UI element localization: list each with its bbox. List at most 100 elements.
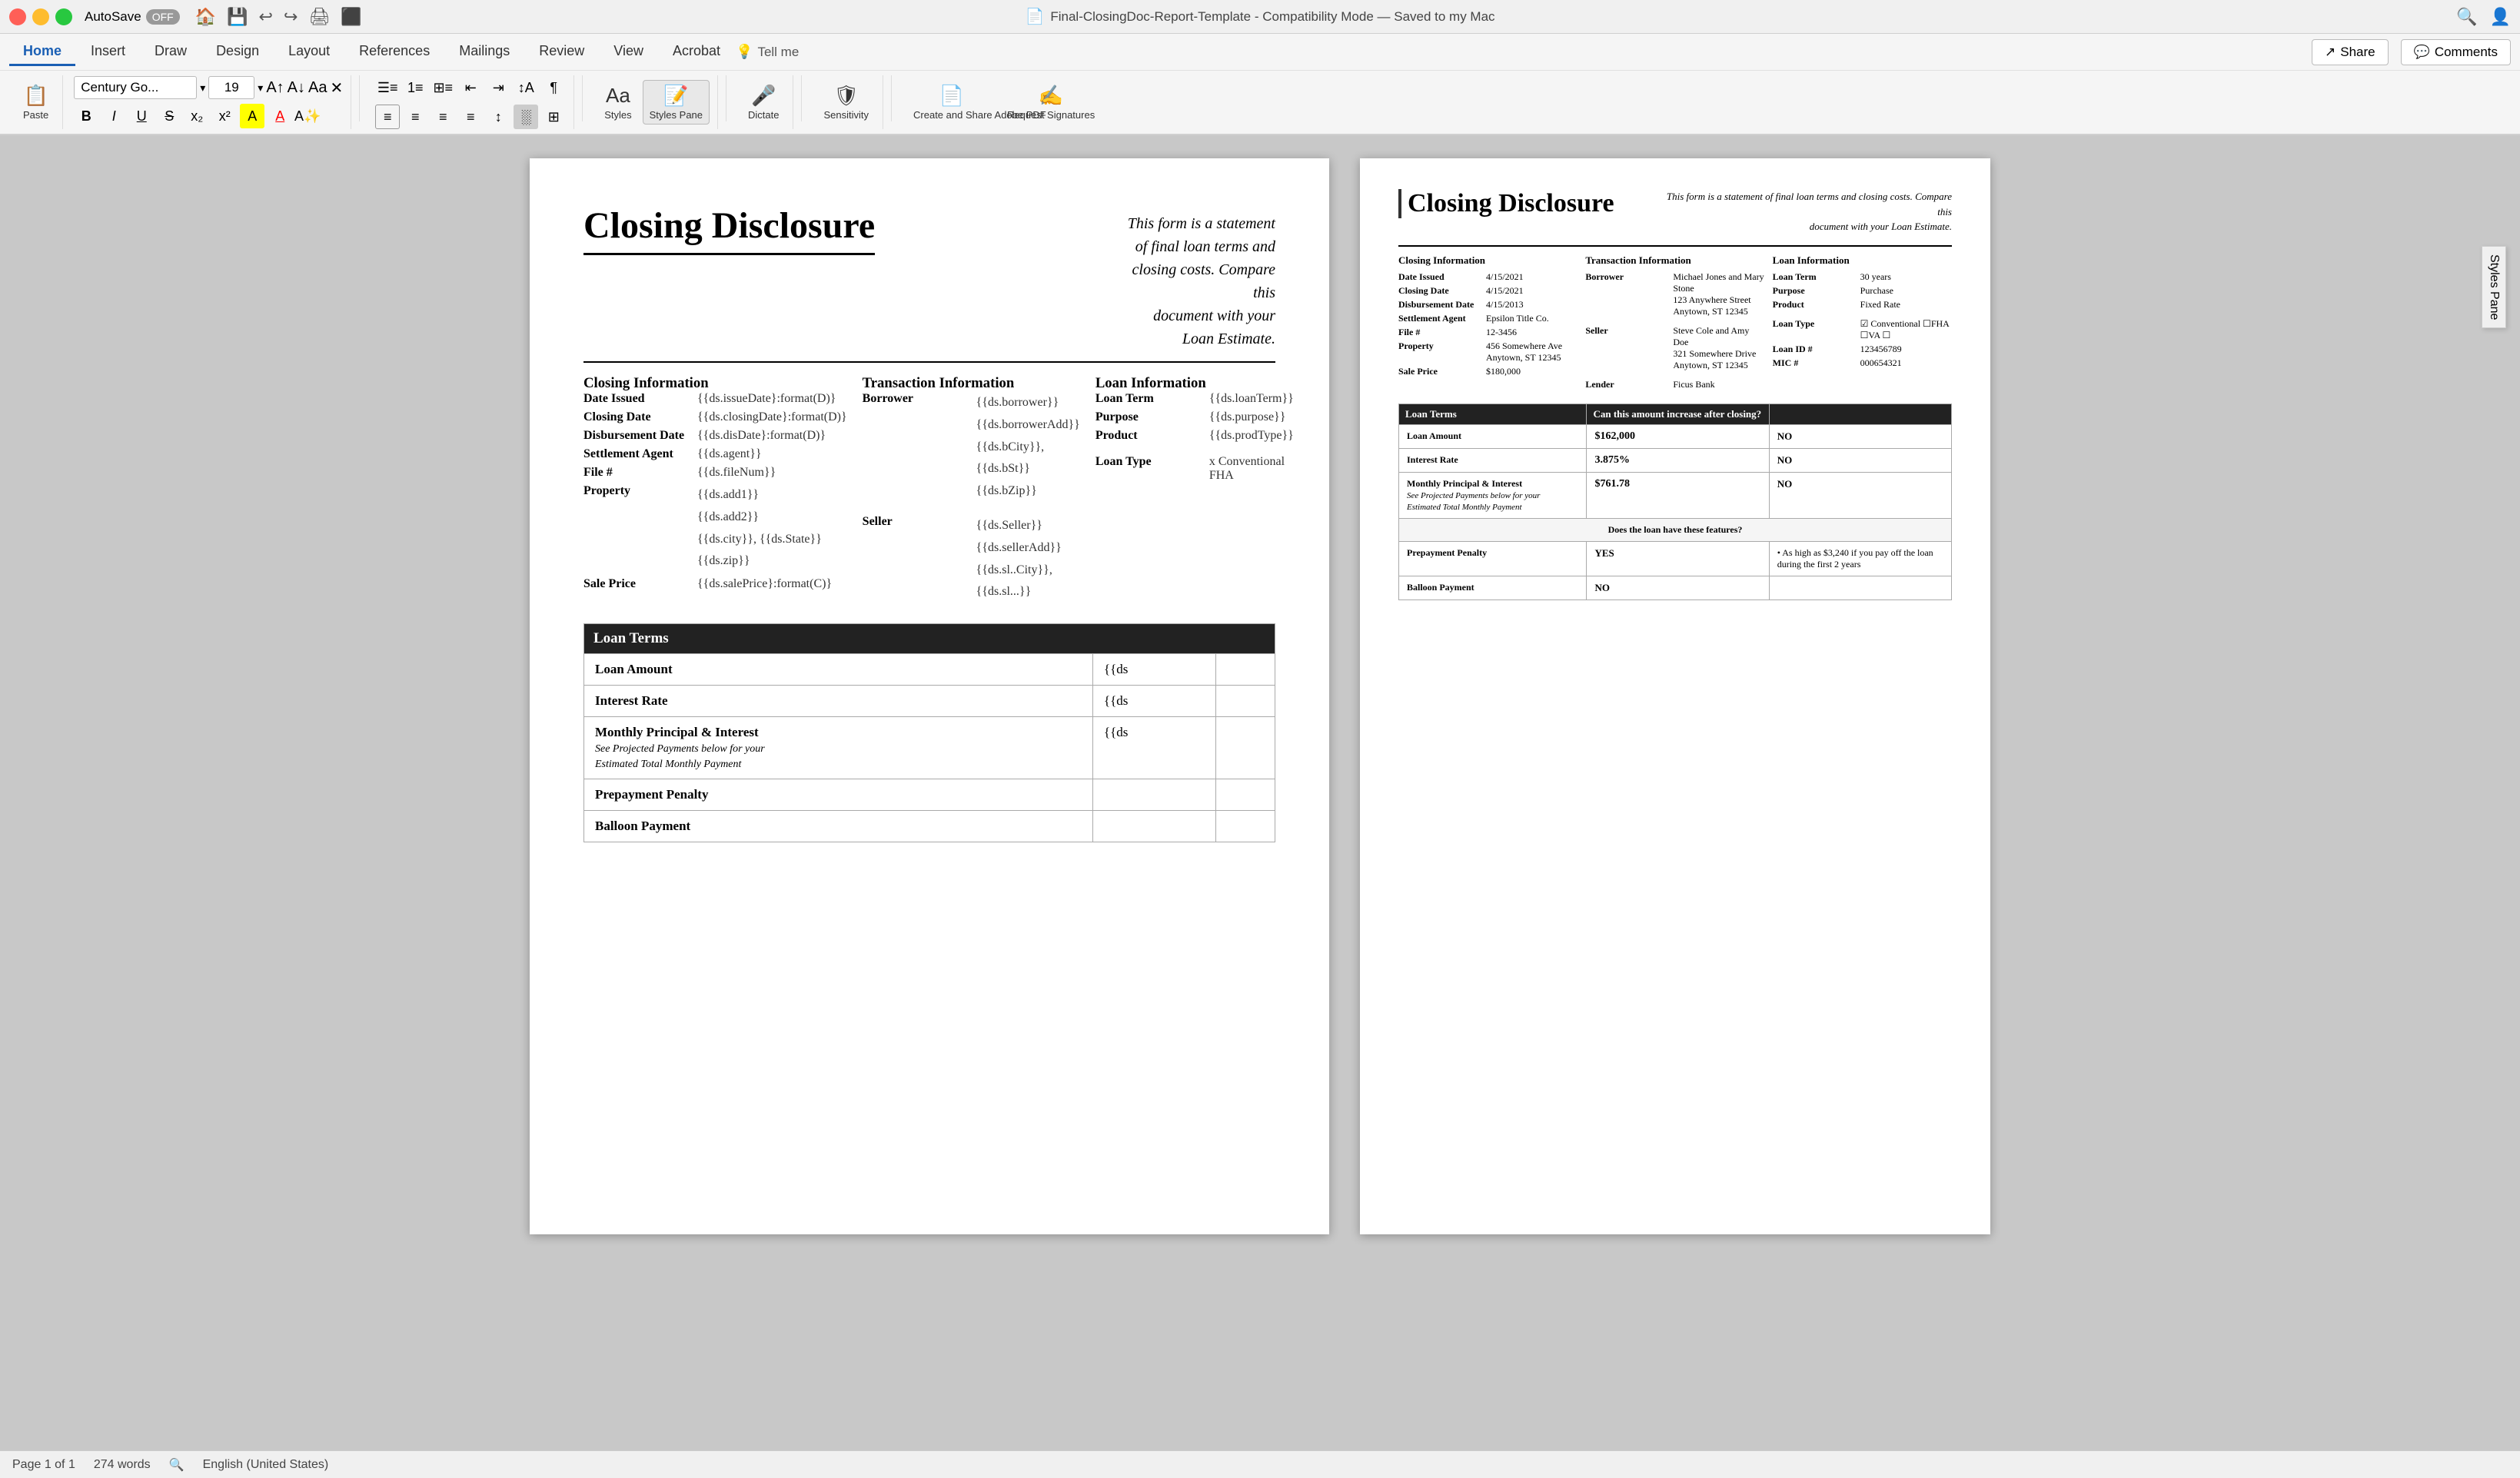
styles-pane-sidebar[interactable]: Styles Pane <box>2482 246 2506 328</box>
bold-button[interactable]: B <box>74 104 98 128</box>
save-icon[interactable]: 💾 <box>227 7 248 27</box>
prepayment-answer <box>1216 779 1275 811</box>
font-name-dropdown-icon[interactable]: ▾ <box>200 81 205 95</box>
text-effects-button[interactable]: A✨ <box>295 104 320 128</box>
sensitivity-button[interactable]: 🛡 Sensitivity <box>817 81 875 124</box>
print-icon[interactable]: 🖨 <box>308 7 330 27</box>
preview-can-increase-header: Can this amount increase after closing? <box>1587 404 1769 424</box>
request-signatures-button[interactable]: ✍ Request Signatures <box>1001 81 1101 124</box>
preview-monthly-label: Monthly Principal & Interest See Project… <box>1399 472 1587 518</box>
italic-button[interactable]: I <box>101 104 126 128</box>
preview-closing-section: Closing Information Date Issued 4/15/202… <box>1398 254 1577 393</box>
align-center-button[interactable]: ≡ <box>403 105 427 129</box>
separator5 <box>891 75 892 121</box>
underline-button[interactable]: U <box>129 104 154 128</box>
tab-references[interactable]: References <box>345 38 444 66</box>
preview-prepayment-label: Prepayment Penalty <box>1399 541 1587 576</box>
home-icon[interactable]: 🏠 <box>195 7 216 27</box>
preview-interest-rate-row: Interest Rate 3.875% NO <box>1399 448 1952 472</box>
justify-button[interactable]: ≡ <box>458 105 483 129</box>
transaction-info-section: Transaction Information Borrower {{ds.bo… <box>863 375 1080 608</box>
minimize-button[interactable] <box>32 8 49 25</box>
styles-group: Aa Styles 📝 Styles Pane <box>590 75 718 129</box>
tab-draw[interactable]: Draw <box>141 38 201 66</box>
paste-button[interactable]: 📋 Paste <box>17 81 55 124</box>
text-highlight-button[interactable]: A <box>240 104 264 128</box>
dictate-button[interactable]: 🎤 Dictate <box>742 81 785 124</box>
font-case-icon[interactable]: Aa <box>308 79 327 97</box>
sensitivity-icon: 🛡 <box>833 84 859 108</box>
decrease-font-icon[interactable]: A↓ <box>288 79 305 97</box>
close-button[interactable] <box>9 8 26 25</box>
separator2 <box>582 75 583 121</box>
share-button[interactable]: ↗ Share <box>2312 39 2389 65</box>
tell-me-area[interactable]: 💡 Tell me <box>736 44 799 60</box>
spell-check-icon[interactable]: 🔍 <box>169 1457 185 1473</box>
tab-mailings[interactable]: Mailings <box>445 38 524 66</box>
align-right-button[interactable]: ≡ <box>431 105 455 129</box>
subscript-button[interactable]: x₂ <box>185 104 209 128</box>
preview-loan-terms-col1: Loan Terms <box>1399 404 1587 424</box>
font-size-dropdown-icon[interactable]: ▾ <box>258 81 263 95</box>
word-count: 274 words <box>94 1458 151 1472</box>
maximize-button[interactable] <box>55 8 72 25</box>
clear-format-icon[interactable]: ✕ <box>330 78 343 98</box>
preview-loan-product: Product Fixed Rate <box>1773 299 1952 311</box>
preview-file-num: File # 12-3456 <box>1398 327 1577 338</box>
tab-home[interactable]: Home <box>9 38 75 66</box>
bullet-list-button[interactable]: ☰≡ <box>375 75 400 100</box>
preview-loan-amount-label: Loan Amount <box>1399 424 1587 448</box>
font-name-input[interactable] <box>74 76 197 99</box>
separator4 <box>801 75 802 121</box>
preview-borrower: Borrower Michael Jones and Mary Stone123… <box>1585 271 1764 317</box>
tab-layout[interactable]: Layout <box>274 38 344 66</box>
align-left-button[interactable]: ≡ <box>375 105 400 129</box>
strikethrough-button[interactable]: S <box>157 104 181 128</box>
increase-font-icon[interactable]: A↑ <box>266 79 284 97</box>
show-formatting-button[interactable]: ¶ <box>541 75 566 100</box>
preview-interest-rate-value: 3.875% <box>1587 448 1769 472</box>
share-screen-icon[interactable]: ⬛ <box>341 7 361 27</box>
info-row-settlement: Settlement Agent {{ds.agent}} <box>583 447 847 461</box>
numbered-list-button[interactable]: 1≡ <box>403 75 427 100</box>
styles-pane-button[interactable]: 📝 Styles Pane <box>643 80 710 125</box>
superscript-button[interactable]: x² <box>212 104 237 128</box>
tab-review[interactable]: Review <box>525 38 598 66</box>
title-bar: AutoSave OFF 🏠 💾 ↩ ↪ 🖨 ⬛ 📄 Final-Closing… <box>0 0 2520 34</box>
preview-transaction-section: Transaction Information Borrower Michael… <box>1585 254 1764 393</box>
page-container: Closing Disclosure This form is a statem… <box>530 158 1990 1427</box>
tab-view[interactable]: View <box>600 38 657 66</box>
indent-decrease-button[interactable]: ⇤ <box>458 75 483 100</box>
balloon-value <box>1092 811 1215 842</box>
redo-icon[interactable]: ↪ <box>284 7 298 27</box>
line-spacing-button[interactable]: ↕ <box>486 105 510 129</box>
info-row-purpose: Purpose {{ds.purpose}} <box>1095 410 1294 424</box>
font-size-input[interactable] <box>208 76 254 99</box>
search-icon[interactable]: 🔍 <box>2456 7 2477 27</box>
borders-button[interactable]: ⊞ <box>541 105 566 129</box>
signature-icon: ✍ <box>1039 84 1063 108</box>
tab-design[interactable]: Design <box>202 38 273 66</box>
preview-balloon-label: Balloon Payment <box>1399 576 1587 600</box>
ribbon-tools: 📋 Paste ▾ ▾ A↑ A↓ Aa ✕ B I <box>0 71 2520 134</box>
tell-me-label: Tell me <box>757 45 799 60</box>
sort-button[interactable]: ↕A <box>514 75 538 100</box>
undo-icon[interactable]: ↩ <box>259 7 273 27</box>
comments-button[interactable]: 💬 Comments <box>2401 39 2511 65</box>
styles-button[interactable]: Aa Styles <box>598 81 637 124</box>
closing-info-section: Closing Information Date Issued {{ds.iss… <box>583 375 847 608</box>
font-color-button[interactable]: A <box>268 104 292 128</box>
autosave-toggle[interactable]: OFF <box>146 9 180 25</box>
create-share-pdf-button[interactable]: 📄 Create and Share Adobe PDF <box>907 81 996 124</box>
multilevel-list-button[interactable]: ⊞≡ <box>431 75 455 100</box>
interest-rate-label: Interest Rate <box>584 686 1093 717</box>
tab-insert[interactable]: Insert <box>77 38 139 66</box>
user-icon[interactable]: 👤 <box>2490 7 2511 27</box>
info-row-product: Product {{ds.prodType}} <box>1095 429 1294 443</box>
status-bar: Page 1 of 1 274 words 🔍 English (United … <box>0 1450 2520 1478</box>
shading-button[interactable]: ░ <box>514 105 538 129</box>
toolbar-icons: 🏠 💾 ↩ ↪ 🖨 ⬛ <box>195 7 362 27</box>
interest-rate-value: {{ds <box>1092 686 1215 717</box>
tab-acrobat[interactable]: Acrobat <box>659 38 734 66</box>
indent-increase-button[interactable]: ⇥ <box>486 75 510 100</box>
